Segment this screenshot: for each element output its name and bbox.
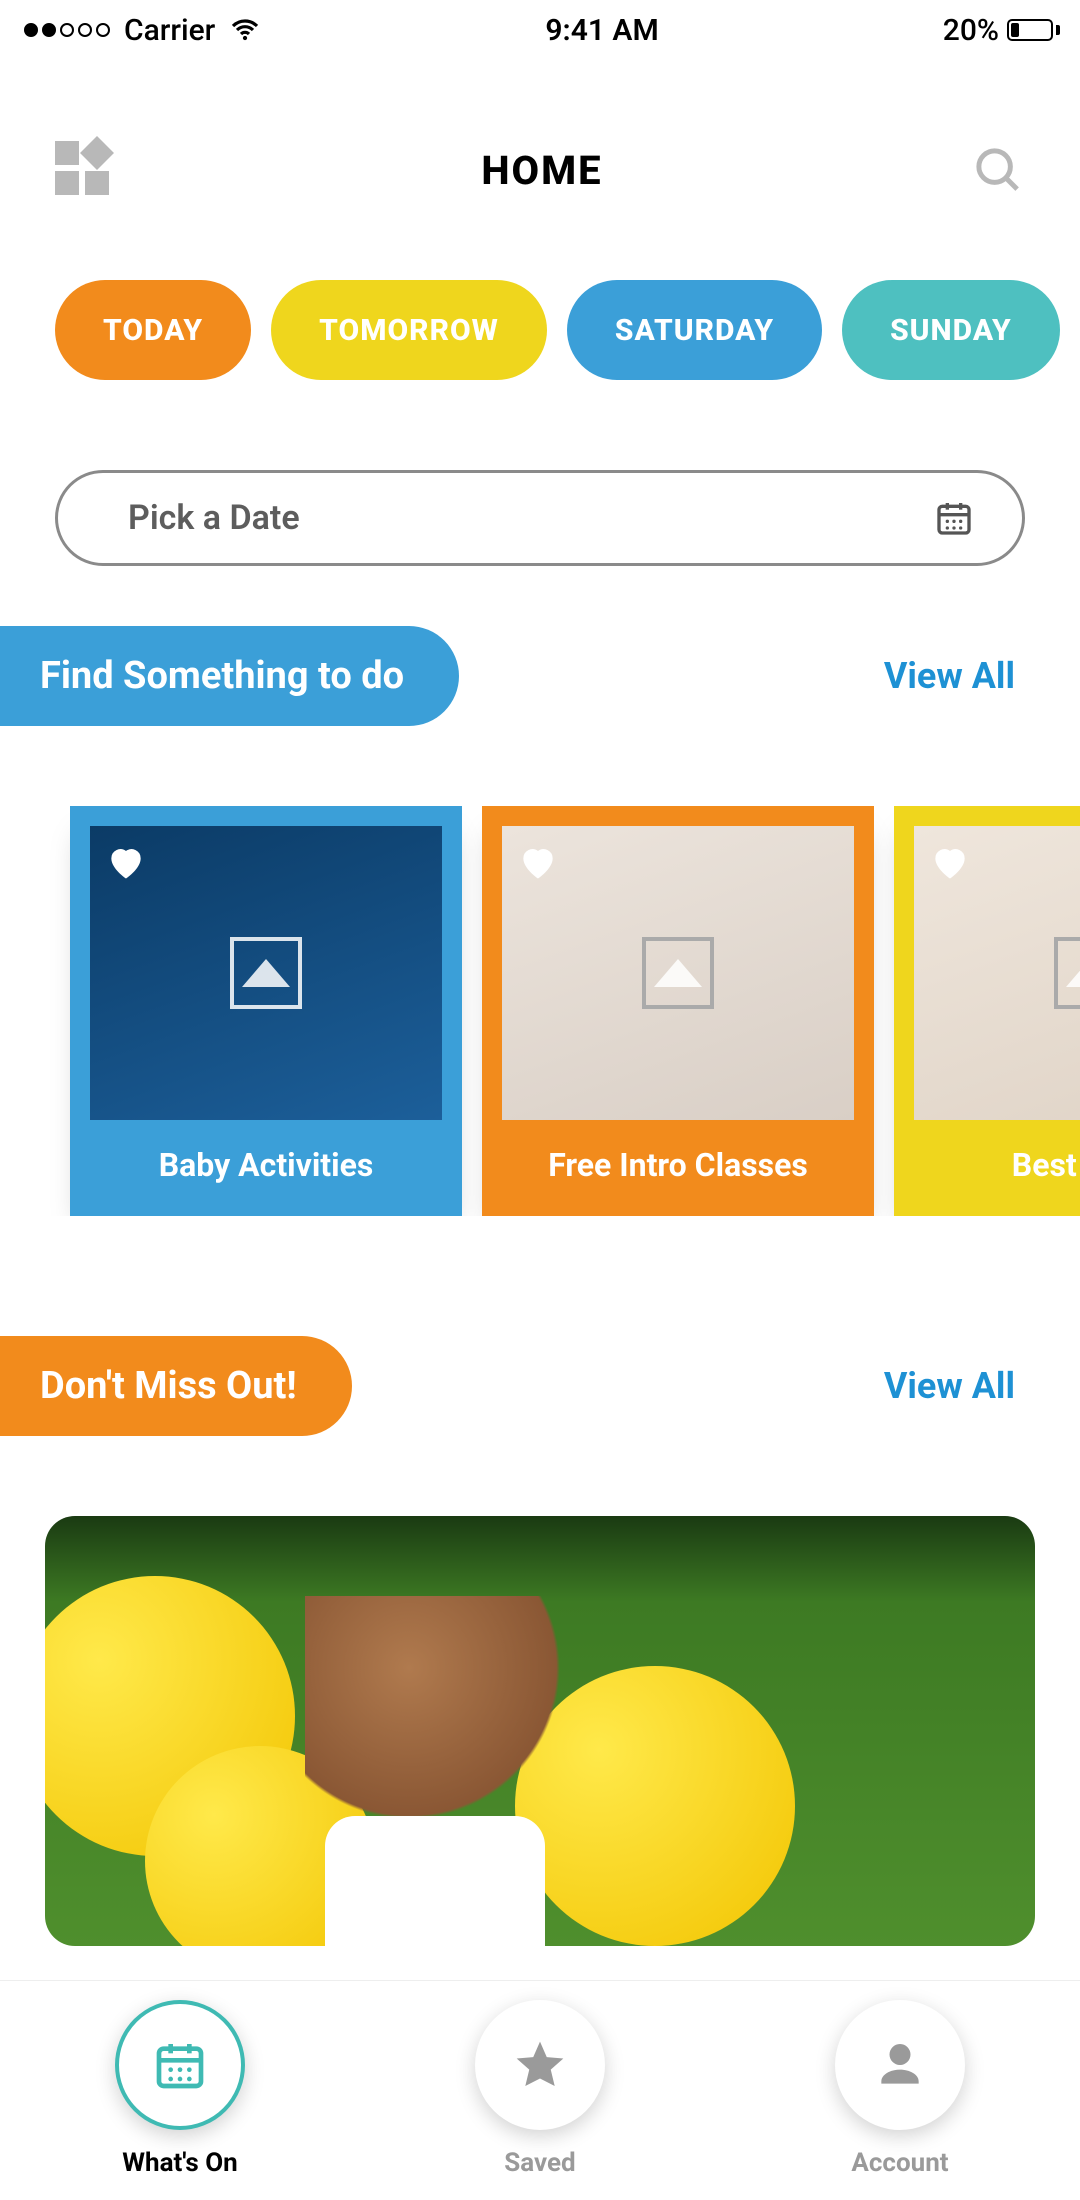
nav-saved[interactable]: Saved <box>362 2050 718 2178</box>
day-chip-saturday[interactable]: SATURDAY <box>567 280 822 380</box>
card-label: Baby Activities <box>90 1120 442 1184</box>
find-cards-row[interactable]: Baby Activities Free Intro Classes Best … <box>0 806 1080 1216</box>
nav-account-icon-circle <box>835 2000 965 2130</box>
app-header: HOME <box>0 60 1080 280</box>
section-dont-miss: Don't Miss Out! View All <box>0 1336 1080 1436</box>
day-chip-label: TODAY <box>103 313 203 348</box>
card-image <box>914 826 1080 1120</box>
card-image <box>90 826 442 1120</box>
card-image <box>502 826 854 1120</box>
signal-strength-icon <box>24 23 110 37</box>
page-title: HOME <box>481 147 602 194</box>
nav-saved-icon-circle <box>475 2000 605 2130</box>
image-placeholder-icon <box>642 937 714 1009</box>
bottom-nav: What's On Saved Account <box>0 1980 1080 2200</box>
status-bar: Carrier 9:41 AM 20% <box>0 0 1080 60</box>
favorite-icon[interactable] <box>516 840 560 884</box>
section-dont-miss-title-pill: Don't Miss Out! <box>0 1336 352 1436</box>
favorite-icon[interactable] <box>928 840 972 884</box>
find-card[interactable]: Best of the <box>894 806 1080 1216</box>
image-placeholder-icon <box>1054 937 1080 1009</box>
day-chip-today[interactable]: TODAY <box>55 280 251 380</box>
battery-percent: 20% <box>943 13 999 48</box>
status-time: 9:41 AM <box>545 13 658 48</box>
star-icon <box>512 2037 568 2093</box>
status-right: 20% <box>943 13 1060 48</box>
nav-whats-on-icon-circle <box>115 2000 245 2130</box>
section-find-title-pill: Find Something to do <box>0 626 459 726</box>
nav-label: What's On <box>122 2148 237 2178</box>
featured-card[interactable] <box>45 1516 1035 1946</box>
image-placeholder-icon <box>230 937 302 1009</box>
wifi-icon <box>229 14 261 46</box>
search-icon[interactable] <box>971 143 1025 197</box>
day-chip-label: SUNDAY <box>890 313 1012 348</box>
day-chip-label: TOMORROW <box>319 313 499 348</box>
status-left: Carrier <box>24 13 261 48</box>
day-chip-sunday[interactable]: SUNDAY <box>842 280 1060 380</box>
menu-icon[interactable] <box>55 141 113 199</box>
find-card[interactable]: Baby Activities <box>70 806 462 1216</box>
nav-label: Account <box>851 2148 948 2178</box>
battery-icon <box>1007 19 1060 41</box>
section-find-title: Find Something to do <box>40 654 404 698</box>
child-image <box>325 1816 545 1946</box>
section-dont-miss-view-all[interactable]: View All <box>884 1365 1015 1407</box>
section-dont-miss-title: Don't Miss Out! <box>40 1364 297 1408</box>
section-find: Find Something to do View All <box>0 626 1080 726</box>
day-filter-row[interactable]: TODAY TOMORROW SATURDAY SUNDAY <box>0 280 1080 380</box>
date-picker-placeholder: Pick a Date <box>128 498 300 538</box>
card-label: Free Intro Classes <box>502 1120 854 1184</box>
date-picker[interactable]: Pick a Date <box>55 470 1025 566</box>
nav-label: Saved <box>504 2148 575 2178</box>
carrier-label: Carrier <box>124 13 215 48</box>
favorite-icon[interactable] <box>104 840 148 884</box>
find-card[interactable]: Free Intro Classes <box>482 806 874 1216</box>
nav-account[interactable]: Account <box>722 2050 1078 2178</box>
user-icon <box>872 2037 928 2093</box>
day-chip-tomorrow[interactable]: TOMORROW <box>271 280 547 380</box>
nav-whats-on[interactable]: What's On <box>2 2050 358 2178</box>
day-chip-label: SATURDAY <box>615 313 774 348</box>
card-label: Best of the <box>914 1120 1080 1184</box>
calendar-icon <box>934 498 974 538</box>
calendar-icon <box>152 2037 208 2093</box>
section-find-view-all[interactable]: View All <box>884 655 1015 697</box>
